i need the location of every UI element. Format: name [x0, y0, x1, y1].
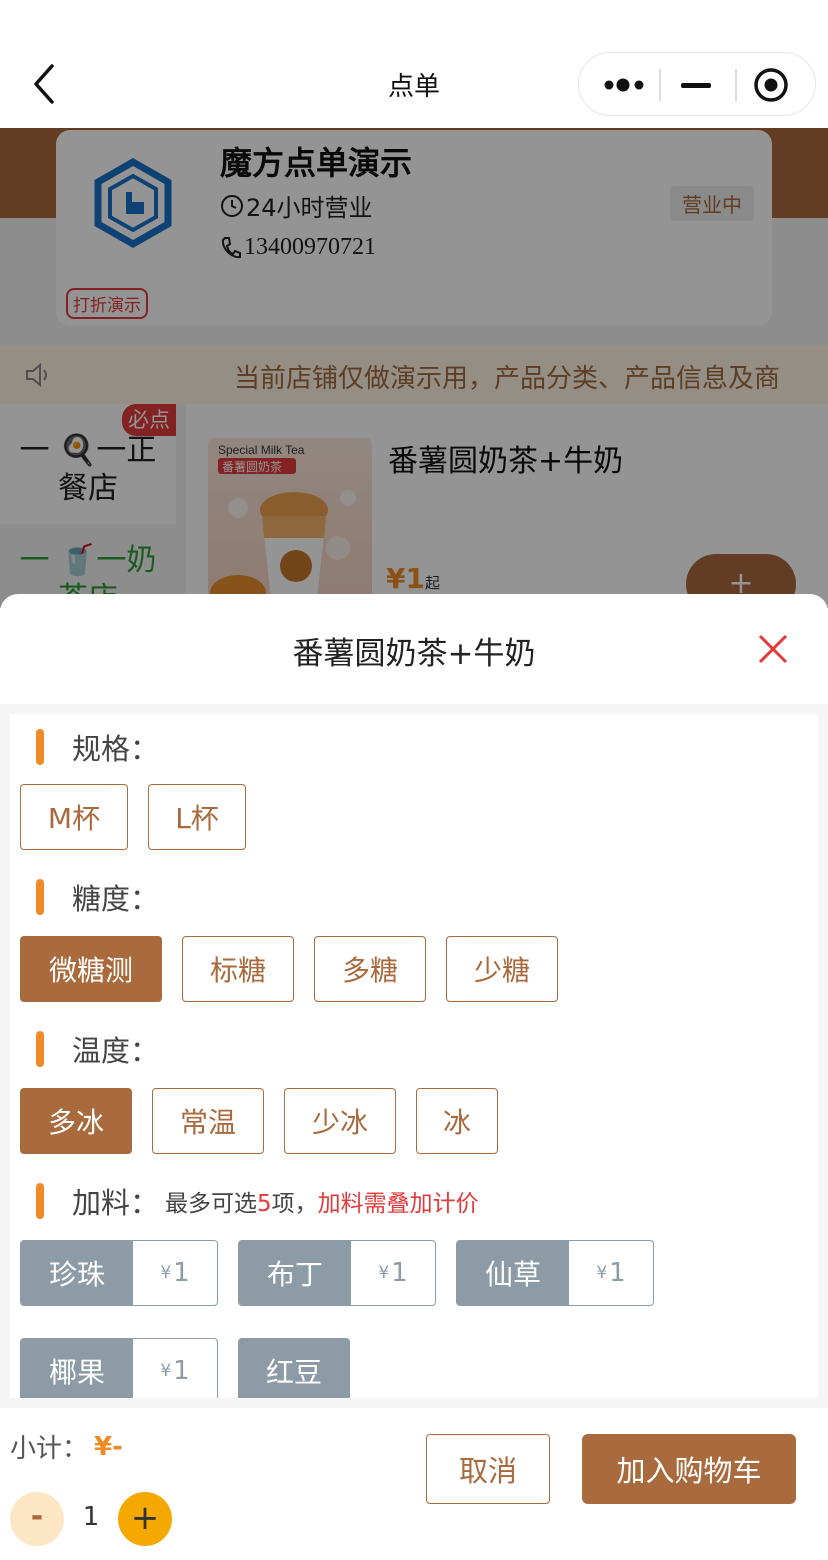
- currency-symbol: ¥: [160, 1361, 172, 1381]
- section-addon-title: 加料： 最多可选5项，加料需叠加计价: [36, 1180, 479, 1222]
- subtotal-value: ¥-: [94, 1431, 123, 1462]
- currency-symbol: ¥: [160, 1263, 172, 1283]
- subtotal: 小计： ¥-: [10, 1428, 123, 1465]
- quantity-plus-button[interactable]: +: [118, 1492, 172, 1546]
- section-marker: [36, 879, 44, 915]
- close-target-icon[interactable]: [753, 67, 789, 103]
- addon-price-value: 1: [173, 1258, 190, 1288]
- addon-name: 红豆: [238, 1338, 350, 1398]
- addon-name: 椰果: [21, 1339, 133, 1398]
- addon-name: 布丁: [239, 1241, 351, 1305]
- mini-program-capsule: [578, 52, 816, 116]
- addon-price-value: 1: [173, 1356, 190, 1386]
- modal-overlay[interactable]: [0, 128, 828, 608]
- addon-note-number: 5: [257, 1191, 272, 1217]
- option-spec-l[interactable]: L杯: [148, 784, 246, 850]
- quantity-value: 1: [82, 1502, 100, 1532]
- section-label: 规格：: [72, 732, 160, 766]
- sheet-title: 番薯圆奶茶+牛奶: [292, 636, 536, 672]
- option-spec-m[interactable]: M杯: [20, 784, 128, 850]
- addon-item[interactable]: 布丁 ¥1: [238, 1240, 436, 1306]
- addon-item[interactable]: 椰果 ¥1: [20, 1338, 218, 1398]
- addon-name: 珍珠: [21, 1241, 133, 1305]
- addon-note-prefix: 最多可选: [165, 1191, 258, 1217]
- addon-name: 仙草: [457, 1241, 569, 1305]
- section-label: 温度：: [72, 1034, 160, 1068]
- option-sugar-4[interactable]: 少糖: [446, 936, 558, 1002]
- quantity-minus-button[interactable]: -: [10, 1492, 64, 1546]
- section-marker: [36, 1183, 44, 1219]
- options-scroll[interactable]: 规格： M杯 L杯 糖度： 微糖测 标糖 多糖 少糖 温度： 多冰 常温 少冰 …: [10, 714, 818, 1398]
- addon-price-value: 1: [609, 1258, 626, 1288]
- cancel-button[interactable]: 取消: [426, 1434, 550, 1504]
- option-temp-4[interactable]: 冰: [416, 1088, 498, 1154]
- option-sugar-2[interactable]: 标糖: [182, 936, 294, 1002]
- addon-price: ¥1: [133, 1339, 217, 1398]
- section-marker: [36, 1031, 44, 1067]
- section-spec-title: 规格：: [36, 726, 159, 768]
- option-sugar-3[interactable]: 多糖: [314, 936, 426, 1002]
- option-temp-2[interactable]: 常温: [152, 1088, 264, 1154]
- option-temp-3[interactable]: 少冰: [284, 1088, 396, 1154]
- currency-symbol: ¥: [378, 1263, 390, 1283]
- addon-note: 最多可选5项，加料需叠加计价: [165, 1184, 479, 1218]
- option-temp-1[interactable]: 多冰: [20, 1088, 132, 1154]
- subtotal-label: 小计：: [10, 1434, 89, 1464]
- more-dots-icon[interactable]: [603, 71, 647, 99]
- section-temp-title: 温度：: [36, 1028, 159, 1070]
- add-to-cart-button[interactable]: 加入购物车: [582, 1434, 796, 1504]
- section-label: 糖度：: [72, 882, 160, 916]
- addon-price: ¥1: [351, 1241, 435, 1305]
- addon-price: ¥1: [569, 1241, 653, 1305]
- addon-item[interactable]: 仙草 ¥1: [456, 1240, 654, 1306]
- minimize-icon[interactable]: [681, 83, 711, 88]
- spec-sheet: 番薯圆奶茶+牛奶 规格： M杯 L杯 糖度： 微糖测 标糖 多糖 少糖 温度： …: [0, 594, 828, 1560]
- capsule-divider: [659, 69, 661, 101]
- addon-note-unit: 项，: [271, 1191, 318, 1217]
- options-panel: 规格： M杯 L杯 糖度： 微糖测 标糖 多糖 少糖 温度： 多冰 常温 少冰 …: [0, 704, 828, 1408]
- section-label: 加料：: [72, 1186, 160, 1220]
- addon-item[interactable]: 珍珠 ¥1: [20, 1240, 218, 1306]
- addon-price-value: 1: [391, 1258, 408, 1288]
- navbar: 点单: [0, 0, 828, 128]
- capsule-divider: [735, 69, 737, 101]
- section-marker: [36, 729, 44, 765]
- section-sugar-title: 糖度：: [36, 876, 159, 918]
- addon-item[interactable]: 红豆: [238, 1338, 350, 1398]
- addon-note-warning: 加料需叠加计价: [317, 1191, 479, 1217]
- addon-price: ¥1: [133, 1241, 217, 1305]
- currency-symbol: ¥: [596, 1263, 608, 1283]
- option-sugar-1[interactable]: 微糖测: [20, 936, 162, 1002]
- close-icon[interactable]: [756, 632, 790, 666]
